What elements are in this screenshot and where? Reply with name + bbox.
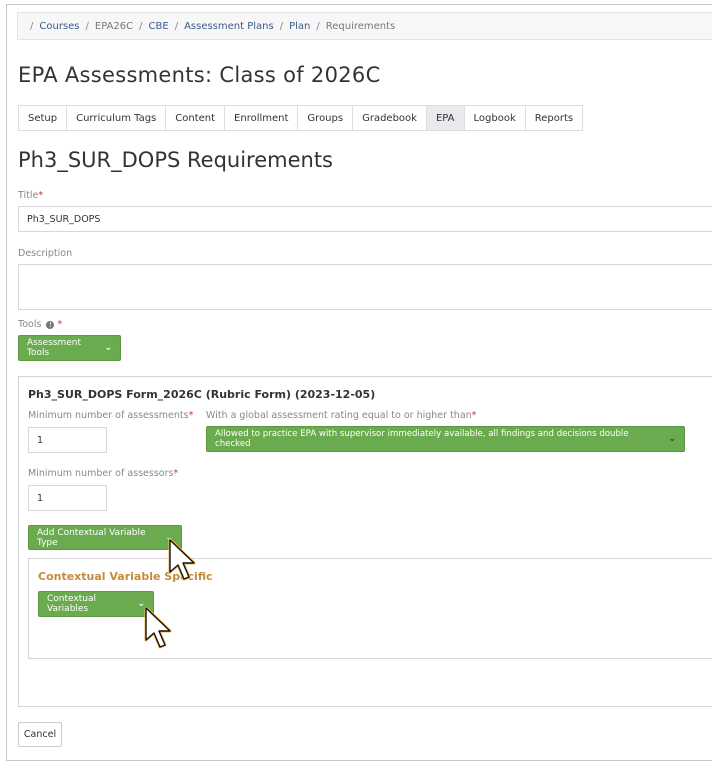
chevron-down-icon: ⌄ — [104, 343, 112, 353]
breadcrumb: / Courses / EPA26C / CBE / Assessment Pl… — [17, 12, 712, 40]
add-contextual-variable-type-button[interactable]: Add Contextual Variable Type ⌄ — [28, 525, 182, 550]
breadcrumb-separator: / — [174, 20, 179, 32]
tab-logbook[interactable]: Logbook — [464, 106, 526, 130]
assessment-tools-button[interactable]: Assessment Tools ⌄ — [18, 335, 121, 361]
title-label: Title* — [18, 190, 44, 201]
description-textarea[interactable] — [18, 264, 712, 310]
min-assessments-value: 1 — [37, 434, 44, 446]
breadcrumb-current: Requirements — [325, 20, 396, 32]
breadcrumb-assessment-plans[interactable]: Assessment Plans — [184, 21, 274, 32]
course-tabs: Setup Curriculum Tags Content Enrollment… — [18, 105, 584, 131]
add-ctx-label: Add Contextual Variable Type — [37, 527, 146, 548]
breadcrumb-cbe[interactable]: CBE — [149, 21, 169, 32]
breadcrumb-separator: / — [279, 20, 284, 32]
contextual-variables-button[interactable]: Contextual Variables ⌄ — [38, 591, 154, 617]
tab-enrollment[interactable]: Enrollment — [225, 106, 299, 130]
breadcrumb-courses[interactable]: Courses — [39, 21, 79, 32]
tools-label: Tools ! * — [18, 319, 63, 330]
mouse-cursor-icon — [144, 606, 172, 649]
info-icon[interactable]: ! — [46, 320, 55, 329]
breadcrumb-separator: / — [316, 20, 320, 32]
title-input[interactable]: Ph3_SUR_DOPS — [18, 206, 712, 232]
tab-curriculum-tags[interactable]: Curriculum Tags — [67, 106, 167, 130]
assessment-tools-label: Assessment Tools — [27, 338, 81, 358]
tab-gradebook[interactable]: Gradebook — [353, 106, 427, 130]
title-input-value: Ph3_SUR_DOPS — [27, 213, 101, 225]
tab-setup[interactable]: Setup — [19, 106, 68, 130]
description-label: Description — [18, 248, 73, 259]
min-assessors-value: 1 — [37, 492, 44, 504]
min-assessments-input[interactable]: 1 — [28, 427, 107, 453]
page-title: EPA Assessments: Class of 2026C — [18, 63, 381, 87]
tab-groups[interactable]: Groups — [298, 106, 354, 130]
breadcrumb-separator: / — [85, 20, 89, 32]
ctx-variables-label: Contextual Variables — [47, 594, 96, 614]
form-panel-title: Ph3_SUR_DOPS Form_2026C (Rubric Form) (2… — [28, 388, 376, 401]
min-assessors-label: Minimum number of assessors* — [28, 468, 179, 479]
chevron-down-icon: ⌄ — [668, 434, 676, 444]
tab-reports[interactable]: Reports — [525, 106, 583, 130]
global-rating-value: Allowed to practice EPA with supervisor … — [215, 429, 629, 449]
global-rating-select[interactable]: Allowed to practice EPA with supervisor … — [206, 426, 685, 452]
tab-epa[interactable]: EPA — [426, 106, 465, 130]
section-title: Ph3_SUR_DOPS Requirements — [18, 148, 333, 172]
breadcrumb-separator: / — [139, 20, 143, 32]
min-assessors-input[interactable]: 1 — [28, 485, 107, 511]
breadcrumb-plan[interactable]: Plan — [289, 21, 310, 32]
min-assessments-label: Minimum number of assessments* — [28, 410, 194, 421]
tab-content[interactable]: Content — [166, 106, 226, 130]
cancel-button[interactable]: Cancel — [18, 722, 62, 747]
breadcrumb-separator: / — [30, 20, 34, 32]
breadcrumb-epa26c[interactable]: EPA26C — [95, 21, 133, 32]
mouse-cursor-icon — [168, 538, 196, 581]
global-rating-label: With a global assessment rating equal to… — [206, 410, 477, 421]
